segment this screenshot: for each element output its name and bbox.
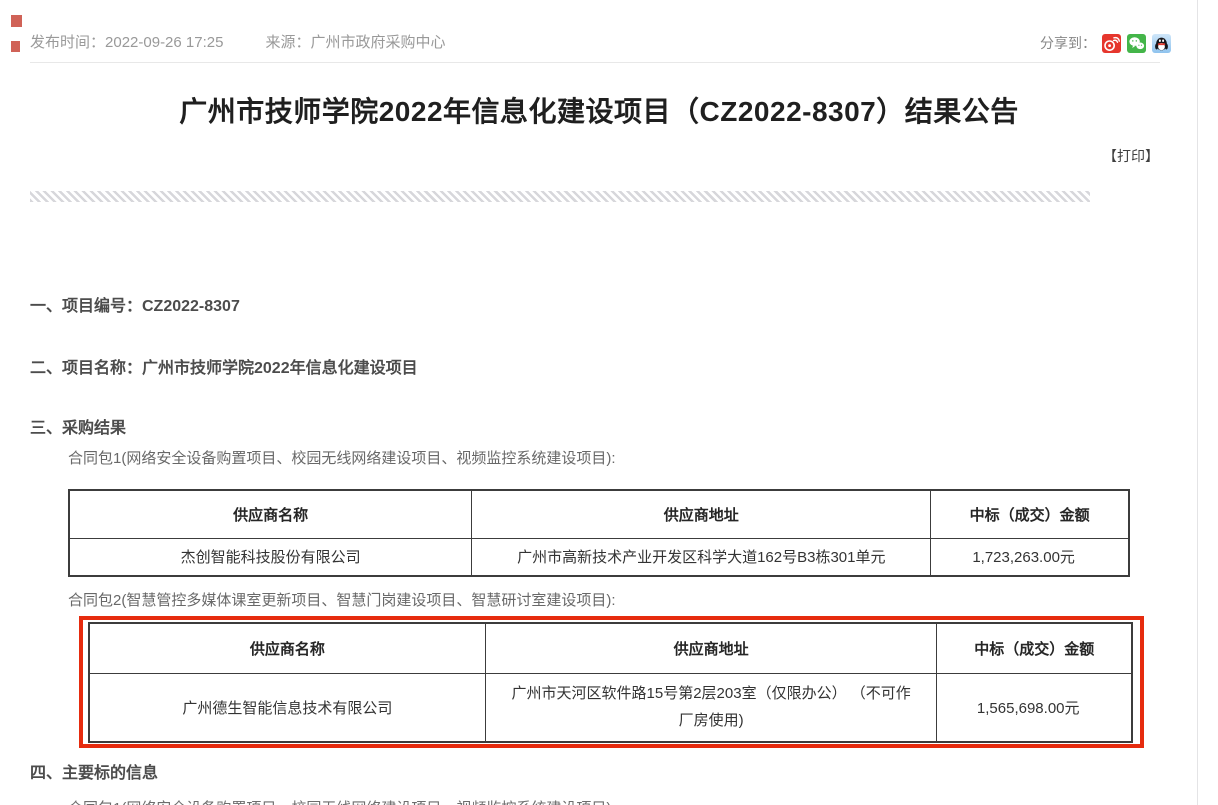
wechat-share-icon[interactable]	[1127, 34, 1146, 53]
section-project-name: 二、项目名称：广州市技师学院2022年信息化建设项目	[30, 354, 418, 378]
page-title: 广州市技师学院2022年信息化建设项目（CZ2022-8307）结果公告	[0, 90, 1198, 130]
supplier-name-cell: 广州德生智能信息技术有限公司	[89, 673, 485, 742]
package1-result-table: 供应商名称 供应商地址 中标（成交）金额 杰创智能科技股份有限公司 广州市高新技…	[68, 489, 1130, 577]
source-label: 来源：	[265, 34, 310, 51]
award-amount-cell: 1,565,698.00元	[937, 673, 1132, 742]
package2-label: 合同包2(智慧管控多媒体课室更新项目、智慧门岗建设项目、智慧研讨室建设项目):	[68, 589, 616, 610]
table-row: 杰创智能科技股份有限公司 广州市高新技术产业开发区科学大道162号B3栋301单…	[69, 538, 1129, 576]
share-label: 分享到：	[1040, 33, 1096, 53]
share-bar: 分享到：	[1040, 33, 1171, 53]
col-award-amount: 中标（成交）金额	[937, 623, 1132, 673]
publish-time-value: 2022-09-26 17:25	[105, 34, 223, 51]
section-procurement-result: 三、采购结果	[30, 414, 126, 438]
col-supplier-name: 供应商名称	[89, 623, 485, 673]
weibo-share-icon[interactable]	[1102, 34, 1121, 53]
supplier-address-cell: 广州市高新技术产业开发区科学大道162号B3栋301单元	[472, 538, 931, 576]
page-edge-divider	[1197, 0, 1198, 805]
publish-time-label: 发布时间：	[30, 34, 105, 51]
announcement-page: 发布时间：2022-09-26 17:25 来源：广州市政府采购中心 分享到： 广…	[0, 0, 1218, 805]
package2-result-table: 供应商名称 供应商地址 中标（成交）金额 广州德生智能信息技术有限公司 广州市天…	[88, 622, 1133, 743]
section-project-number: 一、项目编号：CZ2022-8307	[30, 292, 240, 316]
section-main-subject-info: 四、主要标的信息	[30, 759, 158, 783]
col-supplier-address: 供应商地址	[472, 490, 931, 538]
meta-bar: 发布时间：2022-09-26 17:25 来源：广州市政府采购中心	[30, 31, 445, 52]
source-value: 广州市政府采购中心	[310, 34, 445, 51]
annotation-mark	[11, 41, 20, 52]
supplier-name-cell: 杰创智能科技股份有限公司	[69, 538, 472, 576]
table-header-row: 供应商名称 供应商地址 中标（成交）金额	[89, 623, 1132, 673]
table-header-row: 供应商名称 供应商地址 中标（成交）金额	[69, 490, 1129, 538]
qq-share-icon[interactable]	[1152, 34, 1171, 53]
divider	[30, 62, 1160, 63]
col-award-amount: 中标（成交）金额	[931, 490, 1129, 538]
hatched-divider	[30, 191, 1090, 202]
award-amount-cell: 1,723,263.00元	[931, 538, 1129, 576]
package1-label: 合同包1(网络安全设备购置项目、校园无线网络建设项目、视频监控系统建设项目):	[68, 447, 616, 468]
print-button[interactable]: 【打印】	[1103, 146, 1159, 166]
col-supplier-name: 供应商名称	[69, 490, 472, 538]
annotation-mark	[11, 15, 22, 27]
clipped-bottom-text: 合同包1(网络安全设备购置项目、校园无线网络建设项目、视频监控系统建设项目):	[68, 797, 616, 805]
supplier-address-cell: 广州市天河区软件路15号第2层203室（仅限办公） （不可作厂房使用)	[485, 673, 937, 742]
table-row: 广州德生智能信息技术有限公司 广州市天河区软件路15号第2层203室（仅限办公）…	[89, 673, 1132, 742]
col-supplier-address: 供应商地址	[485, 623, 937, 673]
